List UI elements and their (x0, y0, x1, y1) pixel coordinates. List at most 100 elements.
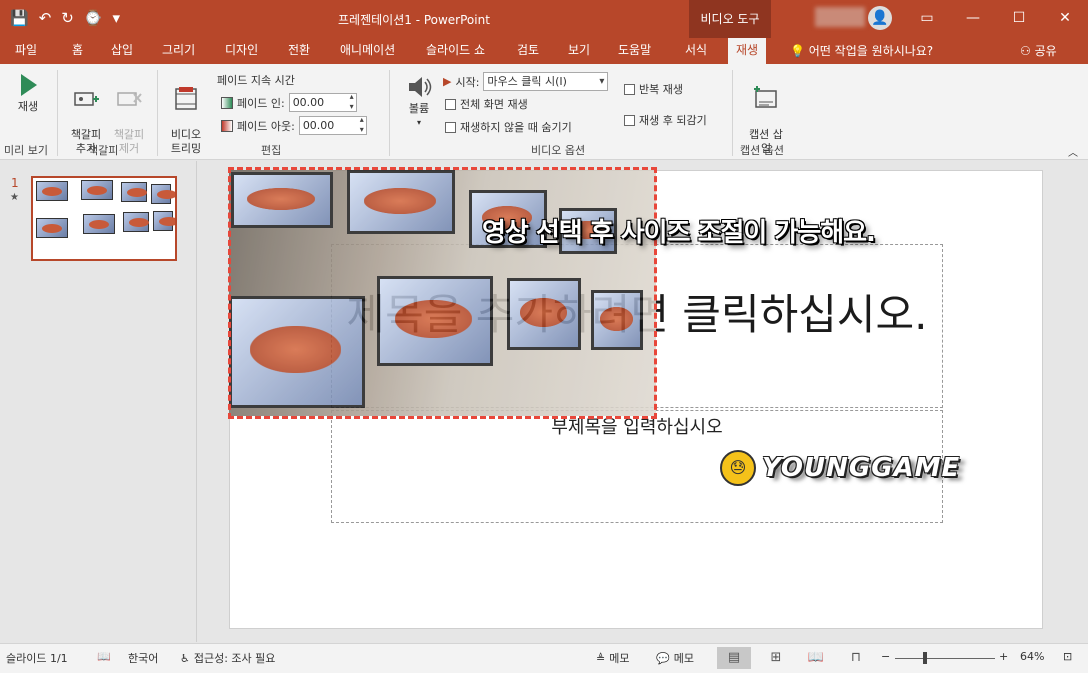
accessibility-status[interactable]: ♿ 접근성: 조사 필요 (180, 650, 275, 666)
user-name-blurred (815, 7, 865, 27)
zoom-level[interactable]: 64% (1020, 650, 1044, 663)
tab-slideshow[interactable]: 슬라이드 쇼 (426, 38, 485, 64)
slide-number: 1 (11, 176, 19, 190)
notes-icon: ≜ (596, 651, 606, 665)
separator (389, 70, 390, 156)
sweating-face-icon: 😓 (720, 450, 756, 486)
separator (157, 70, 158, 156)
play-button[interactable]: 재생 (10, 72, 46, 114)
group-label-video-options: 비디오 옵션 (531, 144, 586, 157)
start-dropdown[interactable]: 마우스 클릭 시(I) (483, 72, 609, 91)
hide-checkbox[interactable] (445, 121, 456, 133)
maximize-icon[interactable]: ☐ (996, 0, 1042, 38)
fade-duration-label: 페이드 지속 시간 (217, 74, 295, 87)
hide-checkbox-row[interactable]: 재생하지 않을 때 숨기기 (445, 119, 572, 135)
ribbon: 재생 미리 보기 책갈피 추가 책갈피 제거 책갈피 비디오 트리밍 페이드 지… (0, 64, 1088, 160)
ribbon-display-options-icon[interactable]: ▭ (904, 0, 950, 38)
zoom-out-button[interactable]: − (881, 650, 890, 663)
play-label: 재생 (17, 100, 39, 113)
tab-view[interactable]: 보기 (568, 38, 590, 64)
tab-insert[interactable]: 삽입 (111, 38, 133, 64)
language[interactable]: 한국어 (128, 650, 158, 666)
group-label-bookmark: 책갈피 (88, 144, 119, 157)
fade-out-input[interactable]: 00.00 (298, 115, 367, 135)
play-icon (21, 74, 37, 96)
present-icon[interactable]: ⌚ (84, 8, 103, 28)
document-title: 프레젠테이션1 - PowerPoint (338, 13, 490, 27)
tab-design[interactable]: 디자인 (225, 38, 258, 64)
overlay-caption: 영상 선택 후 사이즈 조절이 가능해요. (482, 218, 876, 248)
captions-icon (754, 86, 777, 108)
thumb-tv (36, 218, 68, 238)
reading-view-button[interactable]: 📖 (799, 647, 833, 669)
zoom-in-button[interactable]: + (999, 650, 1008, 663)
tab-help[interactable]: 도움말 (618, 38, 651, 64)
avatar[interactable]: 👤 (868, 6, 892, 30)
rewind-checkbox[interactable] (624, 114, 635, 126)
customize-qat-icon[interactable]: ▾ (113, 8, 121, 28)
animation-star-icon: ★ (10, 192, 19, 203)
minimize-icon[interactable]: — (950, 0, 996, 38)
slide-thumbnail-pane: 1 ★ (0, 161, 197, 642)
spelling-icon[interactable]: 📖 (97, 650, 111, 663)
comment-icon: 💬 (656, 651, 670, 665)
share-button[interactable]: ⚇ 공유 (1020, 42, 1057, 59)
volume-label: 볼륨 (408, 102, 430, 115)
volume-button[interactable]: 볼륨 ▾ (401, 74, 437, 130)
slide-thumbnail[interactable] (31, 176, 177, 261)
speaker-icon (409, 77, 432, 97)
loop-checkbox-row[interactable]: 반복 재생 (624, 81, 683, 97)
thumb-tv (153, 211, 175, 231)
slideshow-icon: ⊓ (850, 650, 862, 665)
fullscreen-checkbox-row[interactable]: 전체 화면 재생 (445, 96, 528, 112)
comments-button[interactable]: 💬 메모 (656, 650, 694, 666)
close-icon[interactable]: ✕ (1042, 0, 1088, 38)
tab-playback[interactable]: 재생 (728, 38, 767, 64)
remove-bookmark-icon (117, 92, 142, 106)
video-tools-context-tab: 비디오 도구 (689, 0, 771, 38)
rewind-checkbox-row[interactable]: 재생 후 되감기 (624, 112, 707, 128)
thumb-tv (36, 181, 68, 201)
redo-icon[interactable]: ↻ (61, 8, 74, 28)
undo-icon[interactable]: ↶ (39, 8, 52, 28)
group-label-preview: 미리 보기 (4, 144, 48, 157)
fullscreen-checkbox[interactable] (445, 98, 456, 110)
rewind-label: 재생 후 되감기 (639, 114, 707, 127)
start-label: 시작: (455, 75, 480, 89)
tell-me-label: 어떤 작업을 원하시나요? (808, 44, 934, 58)
fit-to-window-icon[interactable]: ⊡ (1063, 650, 1072, 663)
group-label-edit: 편집 (261, 144, 282, 157)
tab-animations[interactable]: 애니메이션 (340, 38, 395, 64)
fade-out-label: 페이드 아웃: (237, 119, 295, 133)
trim-video-button[interactable]: 비디오 트리밍 (165, 72, 207, 156)
tab-format[interactable]: 서식 (685, 38, 707, 64)
save-icon[interactable]: 💾 (10, 8, 29, 28)
comments-label: 메모 (673, 652, 694, 665)
add-bookmark-icon (74, 92, 99, 106)
loop-checkbox[interactable] (624, 83, 635, 95)
slide-count[interactable]: 슬라이드 1/1 (6, 650, 68, 666)
fade-in-row: 페이드 인: 00.00 (221, 92, 357, 112)
tab-review[interactable]: 검토 (517, 38, 539, 64)
notes-button[interactable]: ≜ 메모 (596, 650, 629, 666)
tab-home[interactable]: 홈 (72, 38, 83, 64)
tell-me-search[interactable]: 💡 어떤 작업을 원하시나요? (790, 42, 933, 59)
zoom-slider-track[interactable] (895, 658, 995, 659)
notes-label: 메모 (609, 652, 630, 665)
trim-video-label: 비디오 트리밍 (170, 128, 202, 155)
zoom-slider-thumb[interactable] (923, 652, 927, 664)
slide-sorter-view-button[interactable]: ⊞ (759, 647, 793, 669)
fullscreen-label: 전체 화면 재생 (460, 98, 528, 111)
person-icon: ⚇ (1020, 44, 1031, 58)
fade-out-icon (221, 119, 233, 132)
normal-view-button[interactable]: ▤ (717, 647, 751, 669)
start-row: ▶ 시작: 마우스 클릭 시(I) (443, 72, 609, 91)
quick-access-toolbar: 💾 ↶ ↻ ⌚ ▾ (10, 8, 120, 28)
tab-file[interactable]: 파일 (15, 38, 37, 64)
tab-transitions[interactable]: 전환 (288, 38, 310, 64)
tab-draw[interactable]: 그리기 (162, 38, 195, 64)
collapse-ribbon-icon[interactable]: ︿ (1068, 144, 1078, 159)
slideshow-view-button[interactable]: ⊓ (839, 647, 873, 669)
fade-in-input[interactable]: 00.00 (288, 92, 357, 112)
fade-out-row: 페이드 아웃: 00.00 (221, 115, 367, 135)
